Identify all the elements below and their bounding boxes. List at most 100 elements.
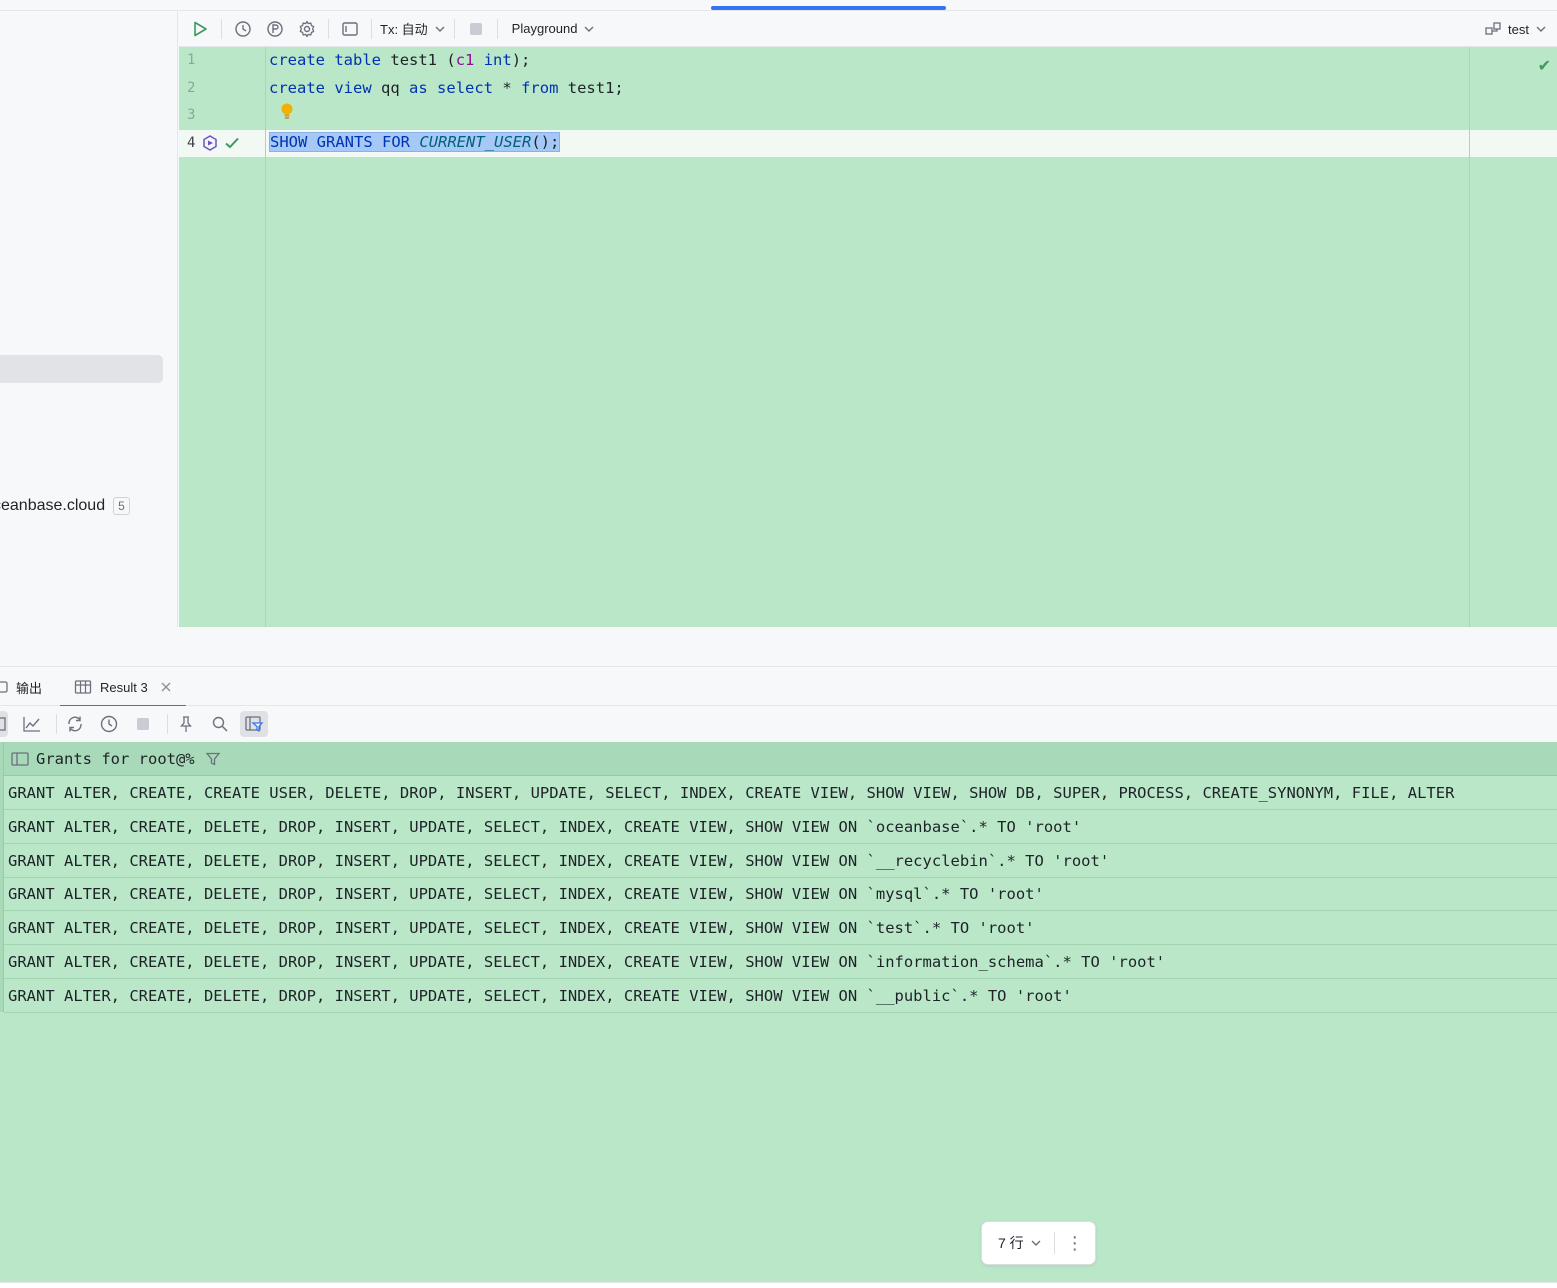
tab-output[interactable]: 输出	[0, 668, 42, 706]
chevron-down-icon	[584, 26, 594, 32]
editor-toolbar: Tx: 自动 Playground test	[179, 11, 1557, 47]
schema-label: Playground	[511, 21, 578, 36]
transaction-mode-dropdown[interactable]: Tx: 自动	[380, 19, 446, 38]
explain-plan-button[interactable]	[262, 16, 288, 42]
connection-label: ceanbase.cloud	[0, 497, 106, 514]
chevron-down-icon	[1536, 26, 1546, 32]
settings-button[interactable]	[294, 16, 320, 42]
table-cell[interactable]: GRANT ALTER, CREATE, DELETE, DROP, INSER…	[8, 919, 1035, 937]
connection-count-badge: 5	[113, 497, 130, 515]
code-line-1: create table test1 (c1 int);	[269, 51, 530, 69]
database-explorer-panel: ceanbase.cloud 5	[0, 0, 178, 627]
table-row[interactable]: GRANT ALTER, CREATE, DELETE, DROP, INSER…	[4, 979, 1557, 1013]
stop-button[interactable]	[463, 16, 489, 42]
more-vertical-icon: ⋮	[1065, 1232, 1084, 1253]
history-button[interactable]	[230, 16, 256, 42]
grid-column-header[interactable]: Grants for root@%	[4, 742, 1557, 776]
code-token: create	[269, 79, 325, 97]
code-selection: SHOW GRANTS FOR CURRENT_USER();	[269, 132, 561, 152]
code-token: int	[483, 51, 512, 69]
table-row[interactable]: GRANT ALTER, CREATE, DELETE, DROP, INSER…	[4, 945, 1557, 979]
toolbar-separator	[328, 18, 329, 39]
datasource-selector[interactable]: test	[1484, 11, 1547, 47]
filter-icon[interactable]	[205, 751, 221, 767]
filter-toggle-button[interactable]	[240, 711, 268, 737]
column-header-label: Grants for root@%	[36, 749, 195, 768]
code-token: c1	[455, 51, 475, 69]
editor-right-margin	[1469, 47, 1470, 627]
clock-icon	[235, 20, 251, 37]
filter-panel-icon	[245, 716, 264, 733]
code-token: ();	[531, 133, 560, 151]
result-grid[interactable]: Grants for root@% GRANT ALTER, CREATE, C…	[0, 742, 1557, 1282]
row-count-pager: 7 行 ⋮	[981, 1221, 1096, 1265]
grid-view-button[interactable]	[0, 711, 8, 737]
tab-result-3[interactable]: Result 3	[60, 668, 186, 707]
result-toolbar	[0, 706, 1557, 742]
code-token: table	[334, 51, 382, 69]
history-button-result[interactable]	[95, 711, 123, 737]
datasource-icon	[1485, 22, 1501, 35]
row-count-dropdown[interactable]: 7 行	[982, 1233, 1042, 1253]
run-statement-gutter-icon[interactable]	[201, 134, 219, 155]
panel-icon	[342, 21, 358, 36]
sql-editor[interactable]: ✔ 1 2 3 4 create table test1 (c1 int); c…	[179, 47, 1557, 627]
toolbar-separator	[496, 18, 498, 39]
stop-button-result[interactable]	[129, 711, 157, 737]
table-cell[interactable]: GRANT ALTER, CREATE, DELETE, DROP, INSER…	[8, 953, 1165, 971]
code-line-2: create view qq as select * from test1;	[269, 79, 624, 97]
grid-icon	[0, 717, 6, 731]
line-number: 1	[187, 52, 196, 68]
layout-button[interactable]	[337, 16, 363, 42]
chevron-down-icon	[435, 26, 445, 32]
chart-line-icon	[23, 717, 40, 732]
table-cell[interactable]: GRANT ALTER, CREATE, DELETE, DROP, INSER…	[8, 885, 1044, 903]
execution-success-icon	[223, 134, 241, 155]
table-row[interactable]: GRANT ALTER, CREATE, DELETE, DROP, INSER…	[4, 877, 1557, 911]
play-icon	[194, 21, 207, 36]
code-token: GRANTS	[316, 133, 373, 151]
code-token: select	[437, 79, 494, 97]
table-row[interactable]: GRANT ALTER, CREATE, DELETE, DROP, INSER…	[4, 844, 1557, 878]
transaction-mode-label: Tx: 自动	[380, 22, 428, 37]
datasource-label: test	[1508, 21, 1529, 37]
table-cell[interactable]: GRANT ALTER, CREATE, DELETE, DROP, INSER…	[8, 818, 1081, 836]
code-token: as	[409, 79, 428, 97]
explorer-selected-item[interactable]	[0, 355, 163, 383]
execute-button[interactable]	[187, 16, 213, 42]
close-icon[interactable]	[160, 681, 172, 693]
code-token: create	[269, 51, 325, 69]
table-cell[interactable]: GRANT ALTER, CREATE, DELETE, DROP, INSER…	[8, 987, 1072, 1005]
table-row[interactable]: GRANT ALTER, CREATE, DELETE, DROP, INSER…	[4, 911, 1557, 945]
schema-dropdown[interactable]: Playground	[512, 21, 596, 36]
more-options-button[interactable]: ⋮	[1055, 1233, 1095, 1254]
stop-icon	[137, 718, 149, 730]
table-icon	[74, 680, 92, 694]
refresh-button[interactable]	[61, 711, 89, 737]
window-bottom-border	[0, 1282, 1557, 1288]
oceanbase-run-icon	[203, 135, 217, 151]
toolbar-separator	[167, 714, 168, 734]
code-token: CURRENT_USER	[419, 133, 532, 151]
toolbar-separator	[56, 714, 57, 734]
chart-view-button[interactable]	[18, 711, 46, 737]
line-number: 3	[187, 107, 196, 123]
inspection-ok-icon: ✔	[1537, 58, 1551, 75]
table-cell[interactable]: GRANT ALTER, CREATE, DELETE, DROP, INSER…	[8, 852, 1109, 870]
toolbar-separator	[453, 18, 455, 39]
active-editor-tab-indicator[interactable]	[711, 6, 946, 10]
explorer-connection-item[interactable]: ceanbase.cloud 5	[0, 493, 130, 519]
table-row[interactable]: GRANT ALTER, CREATE, CREATE USER, DELETE…	[4, 776, 1557, 810]
tab-output-label: 输出	[16, 680, 43, 696]
lightbulb-icon	[281, 103, 293, 119]
column-panel-icon	[11, 751, 29, 766]
check-icon	[225, 137, 239, 149]
chevron-down-icon	[1031, 1240, 1041, 1246]
table-cell[interactable]: GRANT ALTER, CREATE, CREATE USER, DELETE…	[8, 784, 1454, 802]
code-token: from	[521, 79, 559, 97]
intention-bulb-icon[interactable]	[279, 102, 295, 125]
pin-tab-button[interactable]	[172, 711, 200, 737]
search-button[interactable]	[206, 711, 234, 737]
table-row[interactable]: GRANT ALTER, CREATE, DELETE, DROP, INSER…	[4, 810, 1557, 844]
clock-icon	[100, 715, 118, 733]
